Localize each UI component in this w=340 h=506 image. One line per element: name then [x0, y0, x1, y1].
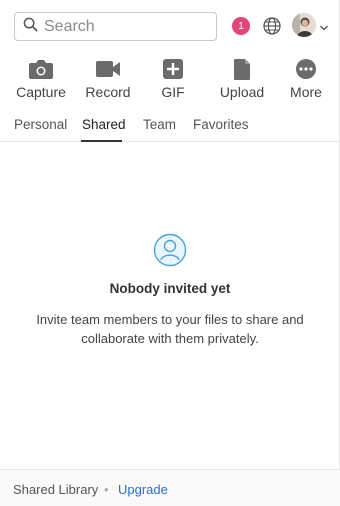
panel: 1 Capture Record GIF	[0, 0, 340, 506]
footer: Shared Library • Upgrade	[0, 469, 340, 506]
shared-library-link[interactable]: Shared Library	[13, 482, 98, 497]
search-box[interactable]	[14, 12, 217, 41]
more-icon	[276, 54, 336, 84]
record-button[interactable]: Record	[78, 54, 138, 100]
globe-icon[interactable]	[262, 16, 282, 36]
search-icon	[23, 17, 38, 37]
empty-state-description: Invite team members to your files to sha…	[36, 312, 304, 346]
tab-personal[interactable]: Personal	[14, 117, 67, 132]
capture-button[interactable]: Capture	[11, 54, 71, 100]
more-button[interactable]: More	[276, 54, 336, 100]
notification-badge[interactable]: 1	[232, 17, 250, 35]
footer-separator: •	[104, 482, 109, 497]
user-circle-icon	[153, 233, 187, 267]
video-camera-icon	[78, 54, 138, 84]
empty-state-title: Nobody invited yet	[109, 281, 231, 296]
upload-button[interactable]: Upload	[212, 54, 272, 100]
capture-label: Capture	[16, 84, 66, 100]
gif-button[interactable]: GIF	[143, 54, 203, 100]
more-label: More	[290, 84, 322, 100]
active-tab-indicator	[81, 140, 122, 142]
upgrade-link[interactable]: Upgrade	[118, 482, 168, 497]
camera-icon	[11, 54, 71, 84]
upload-label: Upload	[219, 84, 265, 100]
tab-favorites[interactable]: Favorites	[193, 117, 249, 132]
avatar[interactable]	[292, 13, 316, 37]
gif-label: GIF	[161, 84, 185, 100]
chevron-down-icon[interactable]	[319, 20, 329, 31]
file-icon	[212, 54, 272, 84]
search-input[interactable]	[44, 17, 204, 36]
record-label: Record	[85, 84, 131, 100]
top-bar: 1	[0, 0, 340, 52]
gif-icon	[143, 54, 203, 84]
tab-bar: Personal Shared Team Favorites	[0, 114, 340, 142]
tab-shared[interactable]: Shared	[82, 117, 126, 132]
action-bar: Capture Record GIF Upload More	[0, 54, 340, 106]
tab-team[interactable]: Team	[143, 117, 176, 132]
